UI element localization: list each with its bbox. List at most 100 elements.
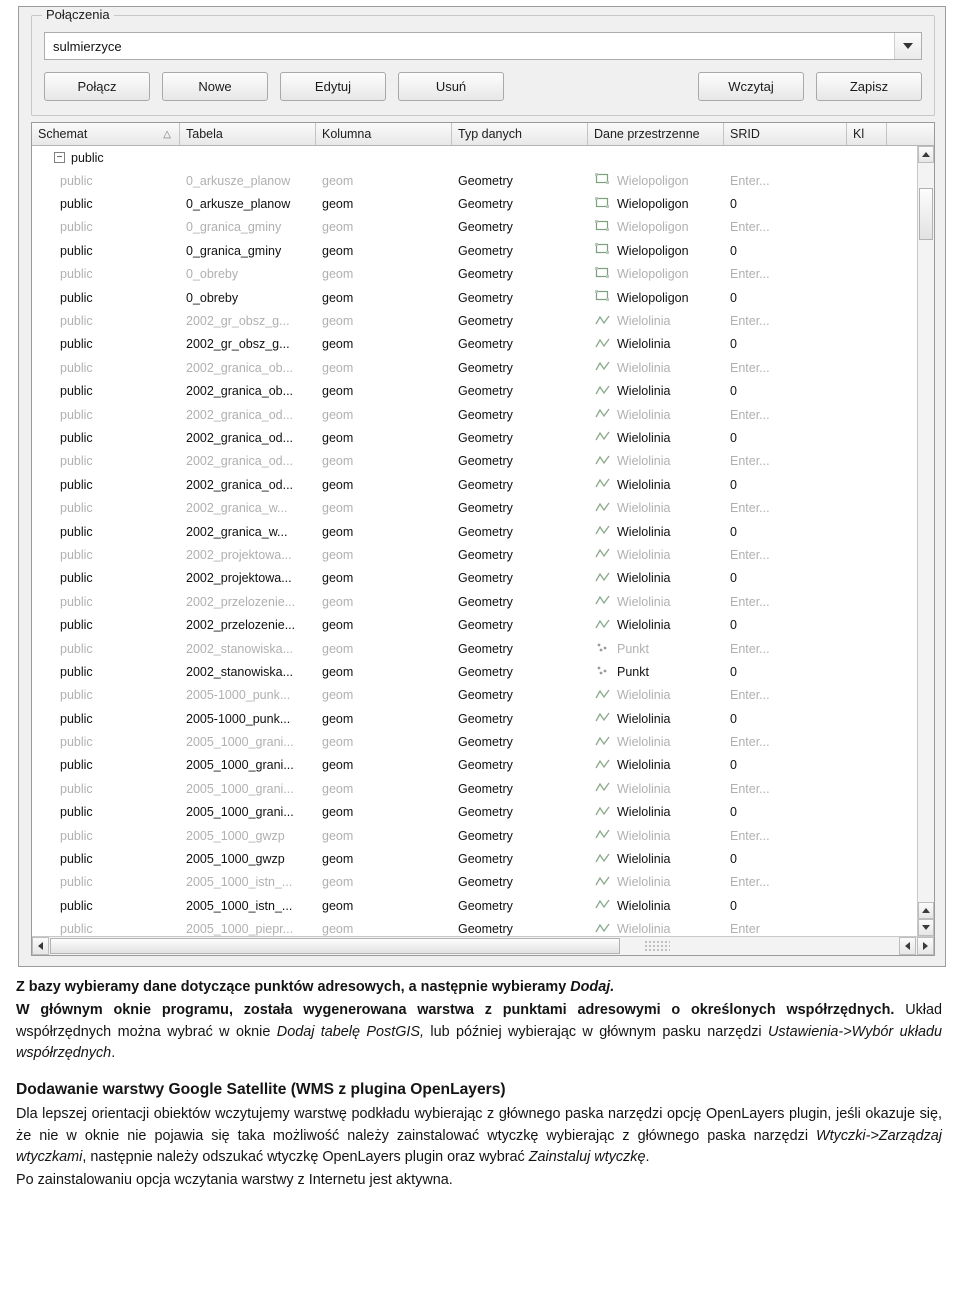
polyline-icon (594, 758, 611, 773)
cell-data-type: Geometry (458, 407, 513, 422)
table-row[interactable]: public 2005-1000_punk... geom Geometry Wielo… (32, 707, 934, 730)
cell-schema: public (60, 922, 93, 936)
polygon-icon (594, 196, 611, 212)
table-row[interactable]: public 0_arkusze_planow geom Geometry Wielop… (32, 192, 934, 215)
table-row[interactable]: public 2002_granica_w... geom Geometry Wielo… (32, 520, 934, 543)
polyline-icon (595, 923, 610, 933)
chevron-down-icon[interactable] (894, 33, 921, 59)
column-header-typ-danych[interactable]: Typ danych (452, 123, 588, 145)
table-row[interactable]: public 2002_granica_od... geom Geometry Wiel… (32, 426, 934, 449)
table-row[interactable]: public 2002_granica_od... geom Geometry Wiel… (32, 450, 934, 473)
polyline-icon (595, 549, 610, 558)
horizontal-scroll-thumb[interactable] (50, 938, 620, 954)
vertical-scrollbar[interactable] (917, 146, 934, 936)
cell-schema: public (60, 735, 93, 750)
edit-button[interactable]: Edytuj (280, 72, 386, 101)
table-row[interactable]: public 0_arkusze_planow geom Geometry Wielop… (32, 169, 934, 192)
column-header-kolumna[interactable]: Kolumna (316, 123, 452, 145)
column-header-dane-przestrzenne[interactable]: Dane przestrzenne (588, 123, 724, 145)
polyline-icon (594, 337, 611, 352)
table-row[interactable]: public 2005_1000_istn_... geom Geometry Wiel… (32, 894, 934, 917)
resize-grip-icon[interactable] (644, 940, 670, 952)
cell-data-type: Geometry (458, 547, 513, 562)
cell-spatial-type: Wielolinia (588, 805, 724, 820)
load-button[interactable]: Wczytaj (698, 72, 804, 101)
table-row[interactable]: public 2002_granica_ob... geom Geometry Wiel… (32, 380, 934, 403)
table-row[interactable]: public 2005_1000_grani... geom Geometry Wiel… (32, 801, 934, 824)
polyline-icon (594, 454, 611, 469)
cell-schema: public (60, 173, 93, 188)
save-button[interactable]: Zapisz (816, 72, 922, 101)
cell-table: 0_arkusze_planow (186, 197, 291, 212)
cell-srid: Enter... (730, 267, 770, 282)
table-row[interactable]: public 2005-1000_punk... geom Geometry Wielo… (32, 684, 934, 707)
cell-column: geom (322, 197, 354, 212)
cell-schema: public (60, 875, 93, 890)
column-header-srid[interactable]: SRID (724, 123, 847, 145)
delete-button[interactable]: Usuń (398, 72, 504, 101)
cell-table: 2005-1000_punk... (186, 688, 291, 703)
table-row[interactable]: public 2002_granica_od... geom Geometry Wiel… (32, 403, 934, 426)
table-row[interactable]: public 2002_granica_ob... geom Geometry Wiel… (32, 356, 934, 379)
table-row[interactable]: public 2005_1000_grani... geom Geometry Wiel… (32, 777, 934, 800)
table-row[interactable]: public 2002_projektowa... geom Geometry Wiel… (32, 543, 934, 566)
cell-schema: public (60, 384, 93, 399)
table-row[interactable]: public 2002_przelozenie... geom Geometry Wie… (32, 590, 934, 613)
scroll-down-button-2[interactable] (918, 919, 934, 936)
table-row[interactable]: public 2005_1000_istn_... geom Geometry Wiel… (32, 871, 934, 894)
cell-column: geom (322, 407, 354, 422)
column-header-schemat[interactable]: Schemat △ (32, 123, 180, 145)
connections-group: Połączenia sulmierzyce Połącz Nowe Edytu… (31, 7, 935, 116)
cell-srid: 0 (730, 664, 737, 679)
collapse-icon[interactable]: − (54, 152, 65, 163)
vertical-scroll-thumb[interactable] (919, 188, 933, 240)
table-row[interactable]: public 2002_stanowiska... geom Geometry Punk… (32, 637, 934, 660)
cell-table: 0_obreby (186, 290, 239, 305)
cell-spatial-type: Wielolinia (588, 407, 724, 422)
table-row[interactable]: public 2005_1000_grani... geom Geometry Wiel… (32, 730, 934, 753)
table-row[interactable]: public 2002_granica_od... geom Geometry Wiel… (32, 473, 934, 496)
cell-schema: public (60, 711, 93, 726)
scroll-right-button[interactable] (899, 937, 916, 955)
scroll-down-button[interactable] (918, 902, 934, 919)
connection-select[interactable]: sulmierzyce (44, 32, 922, 60)
table-row[interactable]: public 2005_1000_piepr... geom Geometry Wiel… (32, 918, 934, 936)
table-row[interactable]: public 0_obreby geom Geometry Wielopoligon 0 (32, 286, 934, 309)
table-row[interactable]: public 2005_1000_grani... geom Geometry Wiel… (32, 754, 934, 777)
p1-text-a: Z bazy wybieramy dane dotyczące punktów … (16, 979, 571, 995)
polyline-icon (594, 828, 611, 843)
new-button[interactable]: Nowe (162, 72, 268, 101)
cell-column: geom (322, 758, 354, 773)
scroll-left-button[interactable] (32, 937, 49, 955)
table-row[interactable]: public 2002_gr_obsz_g... geom Geometry Wielo… (32, 309, 934, 332)
polyline-icon (595, 736, 610, 745)
column-header-label: Tabela (186, 127, 223, 141)
table-row[interactable]: public 2002_projektowa... geom Geometry Wiel… (32, 567, 934, 590)
table-row[interactable]: public 2002_gr_obsz_g... geom Geometry Wielo… (32, 333, 934, 356)
point-icon (597, 666, 607, 675)
column-header-kl[interactable]: Kl (847, 123, 887, 145)
tree-node-label: public (71, 150, 104, 165)
cell-spatial-type: Wielolinia (588, 828, 724, 843)
table-row[interactable]: public 2002_stanowiska... geom Geometry Punk… (32, 660, 934, 683)
horizontal-scrollbar[interactable] (32, 936, 934, 955)
cell-column: geom (322, 781, 354, 796)
table-row[interactable]: public 0_granica_gminy geom Geometry Wielopo… (32, 216, 934, 239)
scroll-right-button-2[interactable] (917, 937, 934, 955)
table-row[interactable]: public 2005_1000_gwzp geom Geometry Wielolin… (32, 847, 934, 870)
connect-button[interactable]: Połącz (44, 72, 150, 101)
scroll-up-button[interactable] (918, 146, 934, 163)
tree-node-public[interactable]: − public (32, 146, 934, 169)
table-row[interactable]: public 2005_1000_gwzp geom Geometry Wielolin… (32, 824, 934, 847)
cell-column: geom (322, 735, 354, 750)
table-row[interactable]: public 0_obreby geom Geometry Wielopoligon En… (32, 263, 934, 286)
table-row[interactable]: public 0_granica_gminy geom Geometry Wielopo… (32, 239, 934, 262)
polyline-icon (594, 547, 611, 562)
column-header-tabela[interactable]: Tabela (180, 123, 316, 145)
cell-data-type: Geometry (458, 898, 513, 913)
cell-spatial-type: Wielolinia (588, 594, 724, 609)
table-row[interactable]: public 2002_przelozenie... geom Geometry Wie… (32, 613, 934, 636)
table-row[interactable]: public 2002_granica_w... geom Geometry Wielo… (32, 496, 934, 519)
polyline-icon (594, 618, 611, 633)
polyline-icon (594, 594, 611, 609)
